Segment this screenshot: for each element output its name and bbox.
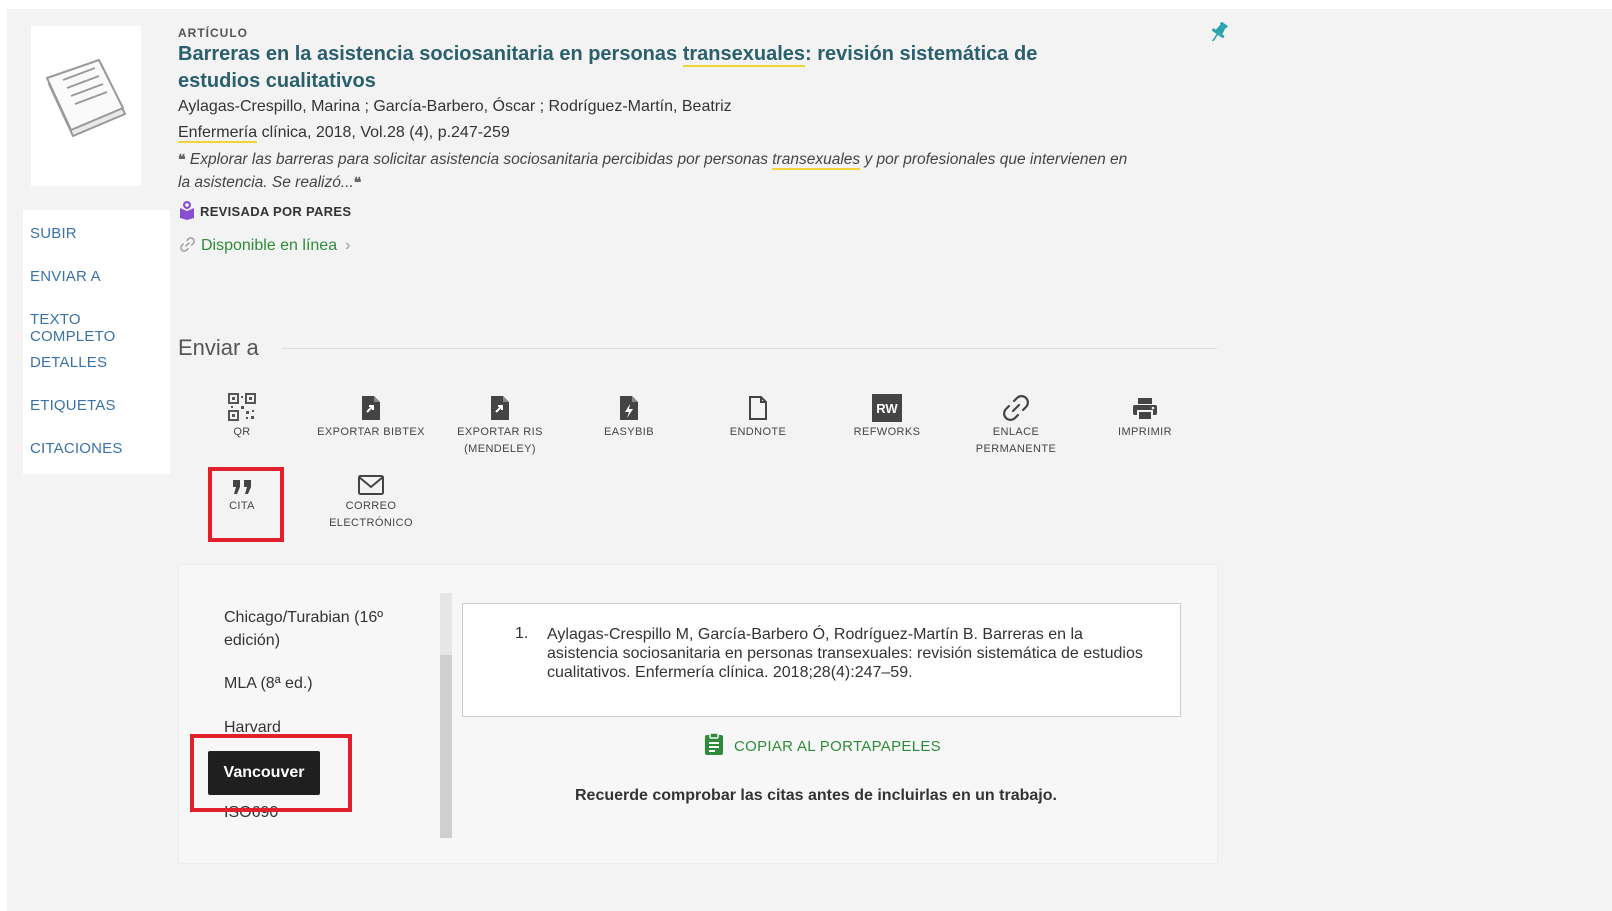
citation-check-note: Recuerde comprobar las citas antes de in… <box>575 787 1057 804</box>
action-refworks-label: REFWORKS <box>853 426 921 438</box>
annotation-highlight-vancouver <box>190 734 352 812</box>
action-export-ris-label: EXPORTAR RIS (MENDELEY) <box>457 426 543 455</box>
quote-open-icon: ❝ <box>178 151 186 167</box>
source-text: clínica, 2018, Vol.28 (4), p.247-259 <box>257 124 510 141</box>
section-divider <box>282 348 1217 349</box>
styles-scrollbar-thumb[interactable] <box>440 655 452 838</box>
action-print-label: IMPRIMIR <box>1118 426 1172 438</box>
citation-style-mla[interactable]: MLA (8ª ed.) <box>224 672 313 695</box>
availability-label: Disponible en línea <box>201 237 338 254</box>
side-nav-enviar-a[interactable]: ENVIAR A <box>30 268 101 285</box>
abstract-highlight: transexuales <box>772 151 861 170</box>
record-source: Enfermería clínica, 2018, Vol.28 (4), p.… <box>178 124 510 143</box>
annotation-highlight-cite <box>208 467 284 542</box>
side-nav-citaciones[interactable]: CITACIONES <box>30 440 123 457</box>
peer-reviewed-icon <box>180 201 194 220</box>
file-bolt-icon <box>620 396 638 420</box>
peer-reviewed-badge: REVISADA POR PARES <box>178 200 351 220</box>
copy-to-clipboard-label: COPIAR AL PORTAPAPELES <box>734 738 941 755</box>
side-nav-subir[interactable]: SUBIR <box>30 225 77 242</box>
action-email-label: CORREO ELECTRÓNICO <box>329 500 413 529</box>
title-text: Barreras en la asistencia sociosanitaria… <box>178 43 683 65</box>
print-icon <box>1133 398 1157 421</box>
action-export-bibtex[interactable]: EXPORTAR BIBTEX <box>311 390 431 441</box>
action-email[interactable]: CORREO ELECTRÓNICO <box>311 472 431 532</box>
copy-to-clipboard-button[interactable]: COPIAR AL PORTAPAPELES <box>704 732 941 756</box>
action-qr[interactable]: QR <box>182 390 302 441</box>
send-to-title: Enviar a <box>178 335 259 360</box>
abstract-text: Explorar las barreras para solicitar asi… <box>189 151 773 168</box>
availability-link[interactable]: Disponible en línea › <box>180 237 350 255</box>
document-thumbnail-icon <box>45 58 127 138</box>
action-permalink-label: ENLACE PERMANENTE <box>975 426 1057 455</box>
record-thumbnail <box>31 26 141 186</box>
file-outline-icon <box>749 396 767 420</box>
chevron-right-icon: › <box>345 237 351 254</box>
action-endnote-label: ENDNOTE <box>729 426 787 438</box>
citation-text: Aylagas-Crespillo M, García-Barbero Ó, R… <box>547 626 1143 681</box>
quote-close-icon: ❝ <box>353 174 362 190</box>
action-refworks[interactable]: RW REFWORKS <box>827 390 947 441</box>
citation-number: 1. <box>515 625 529 642</box>
action-qr-label: QR <box>233 426 251 438</box>
title-highlight: transexuales <box>682 43 805 67</box>
source-highlight: Enfermería <box>178 124 258 143</box>
pin-icon[interactable] <box>1209 20 1229 49</box>
action-easybib[interactable]: EASYBIB <box>569 390 689 441</box>
side-nav-etiquetas[interactable]: ETIQUETAS <box>30 397 116 414</box>
qr-icon <box>228 393 256 421</box>
record-abstract: ❝ Explorar las barreras para solicitar a… <box>178 148 1138 194</box>
action-permalink[interactable]: ENLACE PERMANENTE <box>956 390 1076 458</box>
peer-reviewed-label: REVISADA POR PARES <box>200 204 352 219</box>
action-easybib-label: EASYBIB <box>604 426 654 438</box>
action-export-ris[interactable]: EXPORTAR RIS (MENDELEY) <box>440 390 560 458</box>
refworks-icon: RW <box>872 394 902 422</box>
action-endnote[interactable]: ENDNOTE <box>698 390 818 441</box>
file-export-icon <box>491 396 509 420</box>
citation-output-box[interactable]: 1. Aylagas-Crespillo M, García-Barbero Ó… <box>462 603 1181 717</box>
action-export-bibtex-label: EXPORTAR BIBTEX <box>317 426 425 438</box>
file-export-icon <box>362 396 380 420</box>
mail-icon <box>358 475 384 495</box>
action-print[interactable]: IMPRIMIR <box>1085 390 1205 441</box>
link-icon <box>1003 395 1029 421</box>
record-type-label: ARTÍCULO <box>178 26 248 40</box>
citation-style-chicago[interactable]: Chicago/Turabian (16º edición) <box>224 606 404 652</box>
record-side-nav: SUBIR ENVIAR A TEXTO COMPLETO DETALLES E… <box>23 210 170 474</box>
side-nav-detalles[interactable]: DETALLES <box>30 354 107 371</box>
side-nav-texto-completo[interactable]: TEXTO COMPLETO <box>30 311 170 345</box>
clipboard-icon <box>705 732 723 755</box>
record-authors: Aylagas-Crespillo, Marina ; García-Barbe… <box>178 98 732 115</box>
record-title-link[interactable]: Barreras en la asistencia sociosanitaria… <box>178 41 1038 95</box>
link-icon <box>180 237 195 252</box>
